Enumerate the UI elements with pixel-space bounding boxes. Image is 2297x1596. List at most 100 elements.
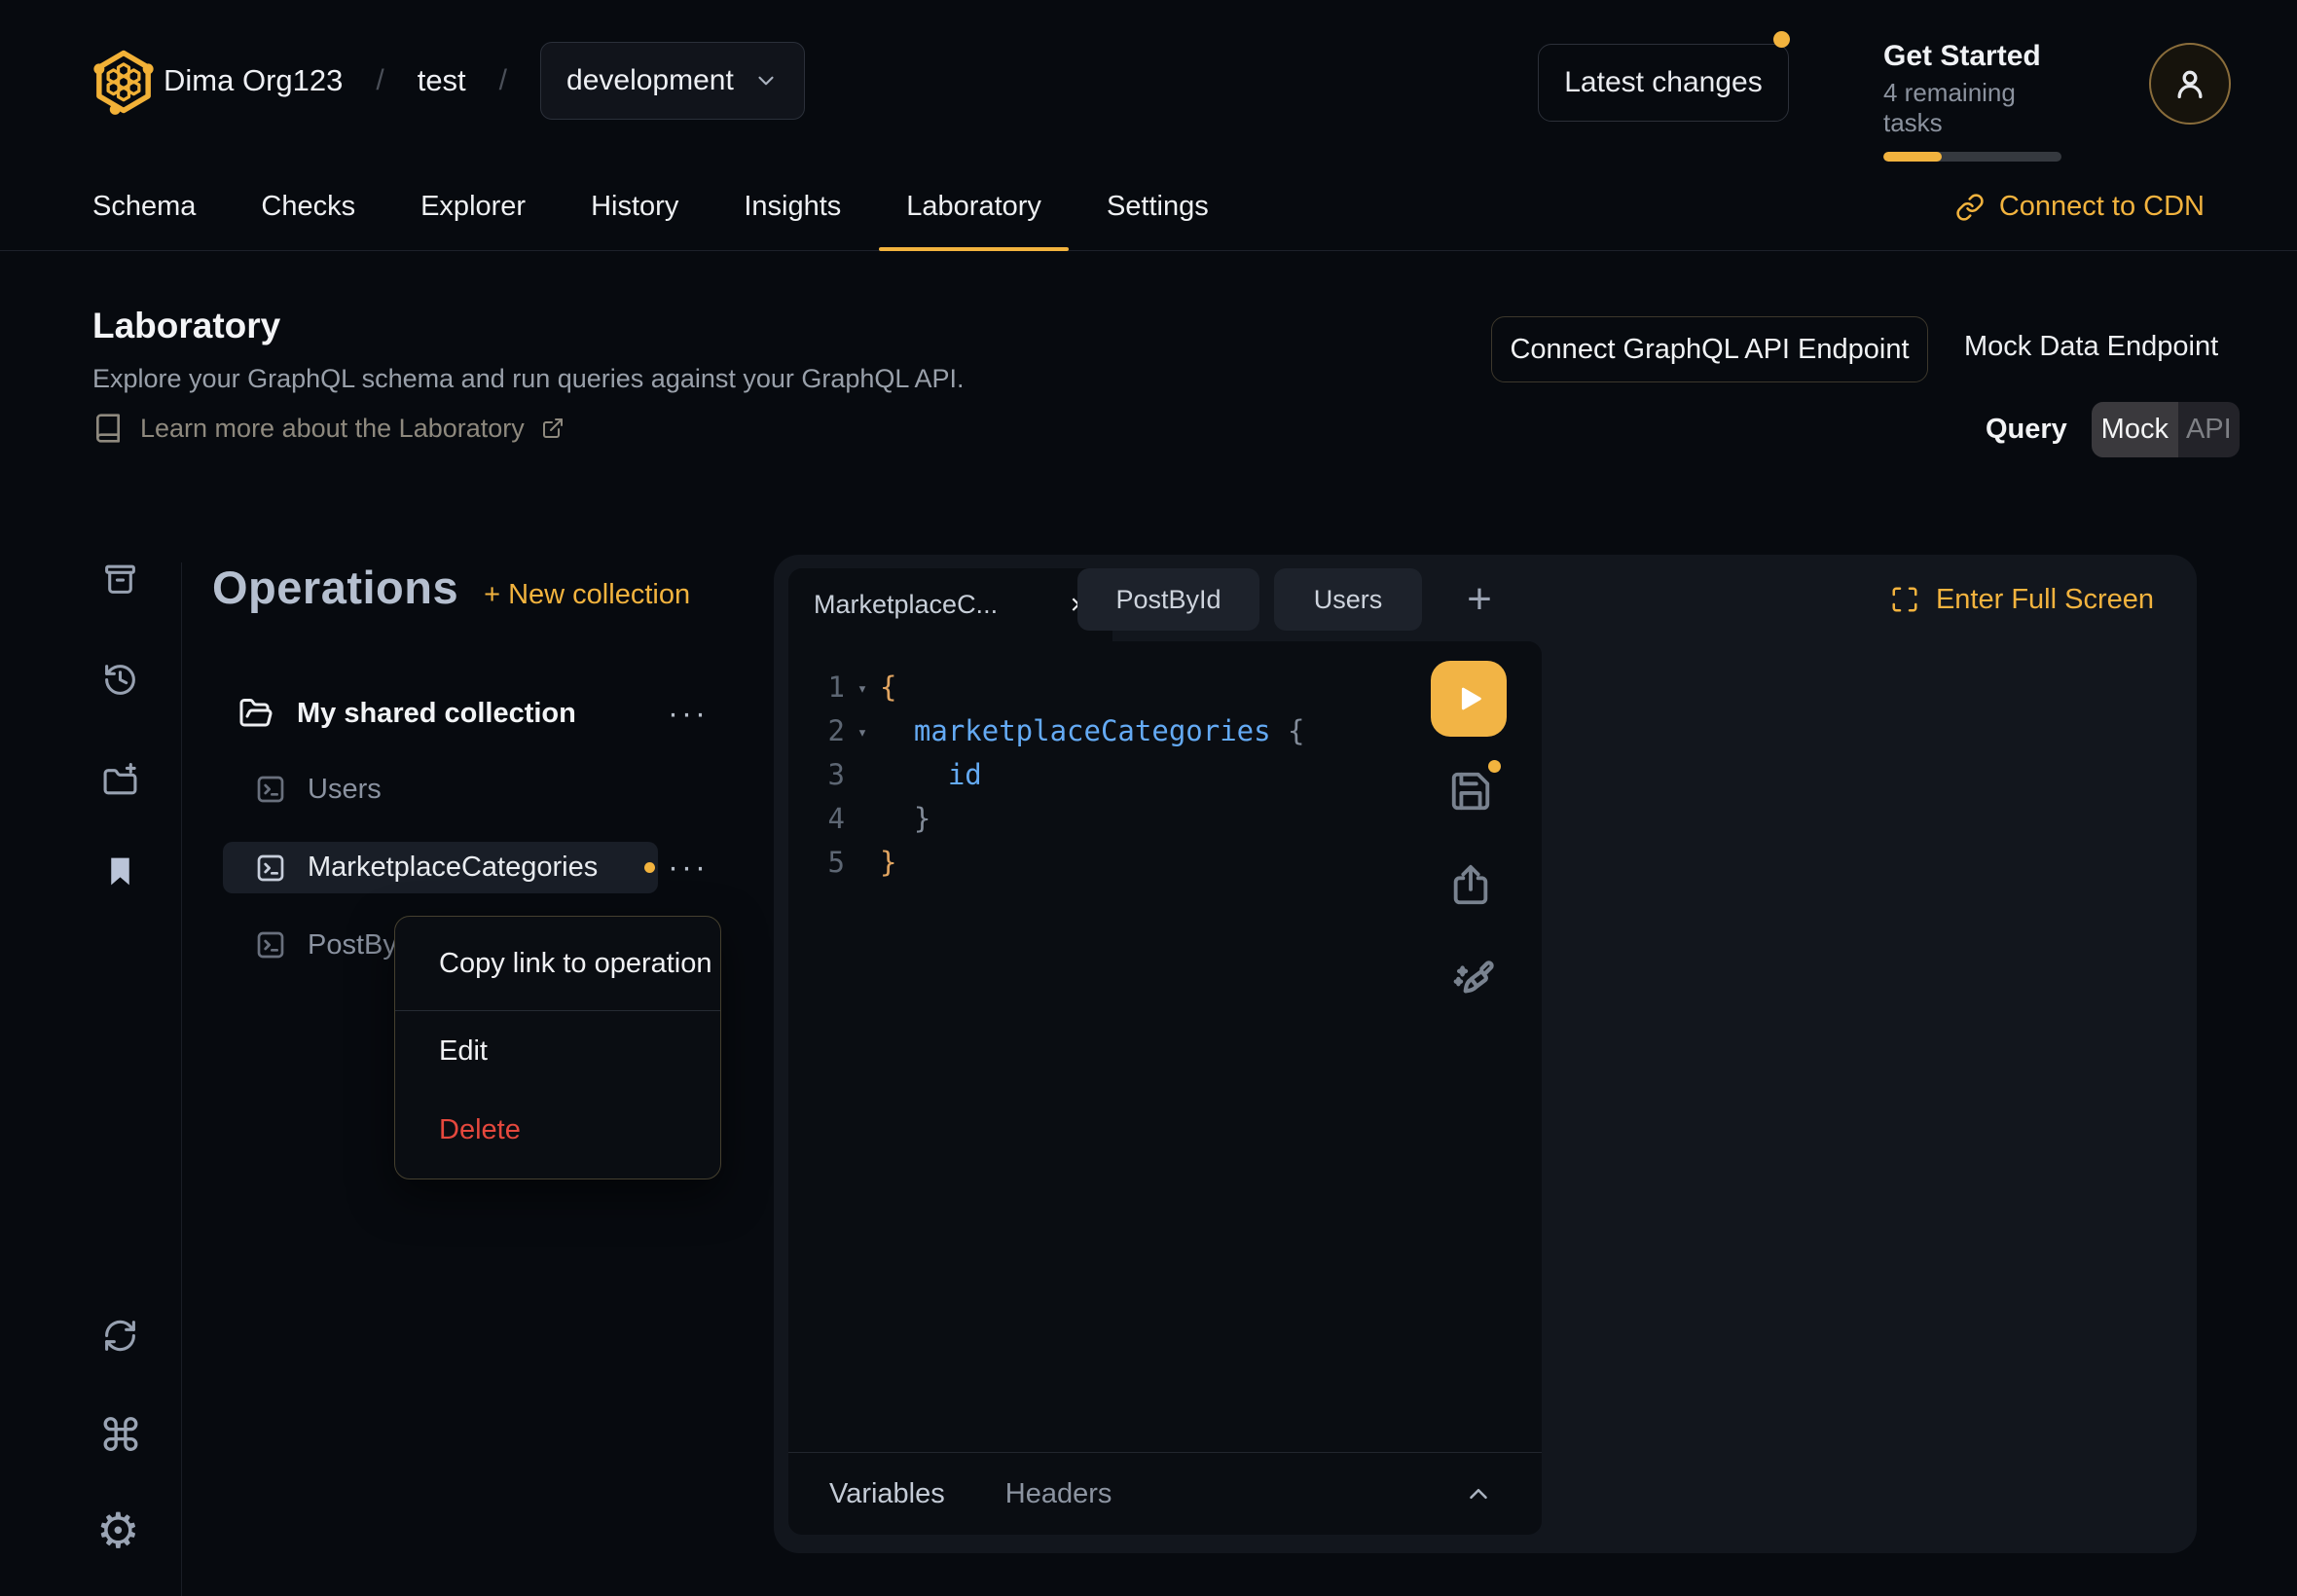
editor-tab-postbyid[interactable]: PostById — [1077, 568, 1259, 631]
settings-gear-icon[interactable]: ⚙ — [96, 1506, 140, 1555]
code-token: marketplaceCategories — [914, 714, 1271, 747]
get-started-subtitle: 4 remaining tasks — [1883, 78, 2078, 138]
save-operation-icon[interactable] — [1448, 769, 1493, 814]
code-line: 2 ▾ marketplaceCategories { — [788, 708, 1415, 752]
connect-endpoint-label: Connect GraphQL API Endpoint — [1510, 334, 1909, 366]
tab-laboratory[interactable]: Laboratory — [906, 163, 1041, 250]
query-mode-toggle: Mock API — [2092, 402, 2240, 457]
connect-to-cdn-label: Connect to CDN — [1999, 191, 2205, 223]
notification-dot — [1773, 31, 1790, 48]
editor-tab-marketplacecategories[interactable]: MarketplaceC... × — [788, 568, 1112, 641]
terminal-icon — [255, 929, 286, 961]
operations-heading: Operations — [212, 561, 458, 614]
laboratory-page: { "header": { "org_name": "Dima Org123",… — [0, 0, 2297, 1596]
code-token: } — [880, 846, 896, 879]
tab-settings[interactable]: Settings — [1107, 163, 1209, 250]
target-selector-value: development — [566, 64, 734, 97]
external-link-icon — [541, 417, 565, 440]
enter-fullscreen-button[interactable]: Enter Full Screen — [1890, 568, 2154, 631]
latest-changes-button[interactable]: Latest changes — [1538, 44, 1789, 122]
new-folder-icon[interactable] — [102, 763, 138, 799]
get-started-progressbar — [1883, 152, 2061, 162]
share-operation-icon[interactable] — [1448, 863, 1493, 908]
variables-tab[interactable]: Variables — [829, 1478, 945, 1510]
terminal-icon — [255, 852, 286, 884]
prettify-brush-icon[interactable] — [1448, 958, 1497, 1006]
page-title: Laboratory — [92, 306, 280, 346]
breadcrumb-project[interactable]: test — [418, 63, 466, 98]
chevron-up-icon[interactable] — [1464, 1479, 1493, 1508]
tab-insights[interactable]: Insights — [744, 163, 841, 250]
add-tab-button[interactable]: + — [1447, 568, 1512, 631]
learn-more-label: Learn more about the Laboratory — [140, 414, 525, 444]
code-token — [880, 758, 948, 791]
line-number: 3 — [788, 758, 845, 791]
breadcrumb-org[interactable]: Dima Org123 — [164, 63, 343, 98]
folder-open-icon — [238, 696, 273, 731]
fullscreen-icon — [1890, 585, 1919, 614]
response-panel — [1542, 641, 2197, 1535]
line-number: 2 — [788, 714, 845, 747]
breadcrumb-separator: / — [499, 64, 507, 97]
collection-name: My shared collection — [297, 698, 576, 730]
fold-spacer — [845, 816, 880, 820]
code-token — [880, 714, 914, 747]
bookmark-icon[interactable] — [102, 853, 138, 889]
code-area[interactable]: 1 ▾ { 2 ▾ marketplaceCategories { 3 id 4… — [788, 665, 1415, 884]
history-icon[interactable] — [102, 662, 138, 698]
fold-arrow-icon[interactable]: ▾ — [845, 719, 880, 743]
menu-item-copy-link[interactable]: Copy link to operation — [395, 917, 720, 1011]
collections-archive-icon[interactable] — [102, 561, 138, 597]
breadcrumb-separator: / — [376, 64, 383, 97]
menu-item-edit[interactable]: Edit — [395, 1011, 720, 1091]
enter-fullscreen-label: Enter Full Screen — [1936, 584, 2154, 616]
fold-spacer — [845, 773, 880, 777]
latest-changes-label: Latest changes — [1564, 66, 1762, 99]
operation-marketplacecategories-selected[interactable]: MarketplaceCategories — [223, 842, 658, 893]
operation-context-menu: Copy link to operation Edit Delete — [394, 916, 721, 1179]
query-mode-row: Query Mock API — [1986, 402, 2240, 457]
line-number: 1 — [788, 671, 845, 704]
target-selector[interactable]: development — [540, 42, 805, 120]
connect-to-cdn-link[interactable]: Connect to CDN — [1955, 163, 2205, 250]
refetch-schema-icon[interactable] — [102, 1318, 138, 1354]
get-started-widget[interactable]: Get Started 4 remaining tasks — [1883, 39, 2078, 162]
mode-mock-button[interactable]: Mock — [2092, 402, 2178, 457]
tab-schema[interactable]: Schema — [92, 163, 196, 250]
rail-divider — [181, 562, 182, 1596]
tab-explorer[interactable]: Explorer — [420, 163, 526, 250]
connect-endpoint-button[interactable]: Connect GraphQL API Endpoint — [1491, 316, 1928, 382]
collection-my-shared[interactable]: My shared collection — [223, 687, 686, 740]
query-label: Query — [1986, 414, 2067, 446]
operation-users[interactable]: Users — [223, 763, 382, 816]
query-editor[interactable]: 1 ▾ { 2 ▾ marketplaceCategories { 3 id 4… — [788, 641, 1542, 1535]
mode-api-button[interactable]: API — [2178, 402, 2240, 457]
user-avatar[interactable] — [2149, 43, 2231, 125]
collection-menu-trigger[interactable]: ··· — [668, 699, 709, 728]
laboratory-workspace-card: MarketplaceC... × PostById Users + Enter… — [774, 555, 2197, 1553]
new-collection-button[interactable]: + New collection — [484, 579, 690, 611]
editor-tab-users[interactable]: Users — [1274, 568, 1422, 631]
book-icon — [92, 413, 124, 444]
operation-menu-trigger[interactable]: ··· — [668, 852, 709, 882]
keyboard-shortcuts-icon[interactable]: ⌘ — [98, 1413, 143, 1458]
link-icon — [1955, 193, 1985, 222]
tab-history[interactable]: History — [591, 163, 678, 250]
learn-more-link[interactable]: Learn more about the Laboratory — [92, 413, 565, 444]
breadcrumb: Dima Org123 / test / development — [164, 42, 805, 120]
operation-label: MarketplaceCategories — [308, 852, 598, 884]
page-subtitle: Explore your GraphQL schema and run quer… — [92, 364, 964, 394]
menu-item-delete[interactable]: Delete — [395, 1091, 720, 1169]
headers-tab[interactable]: Headers — [1005, 1478, 1112, 1510]
hive-logo[interactable] — [90, 47, 158, 117]
code-line: 3 id — [788, 752, 1415, 796]
operation-postbyid[interactable]: PostById — [223, 919, 420, 971]
code-token: } — [880, 802, 930, 835]
run-query-button[interactable] — [1431, 661, 1507, 737]
tab-checks[interactable]: Checks — [261, 163, 355, 250]
editor-tab-label: MarketplaceC... — [814, 590, 1050, 620]
code-line: 5 } — [788, 840, 1415, 884]
line-number: 4 — [788, 802, 845, 835]
mock-data-endpoint-label[interactable]: Mock Data Endpoint — [1964, 331, 2218, 363]
fold-arrow-icon[interactable]: ▾ — [845, 675, 880, 699]
